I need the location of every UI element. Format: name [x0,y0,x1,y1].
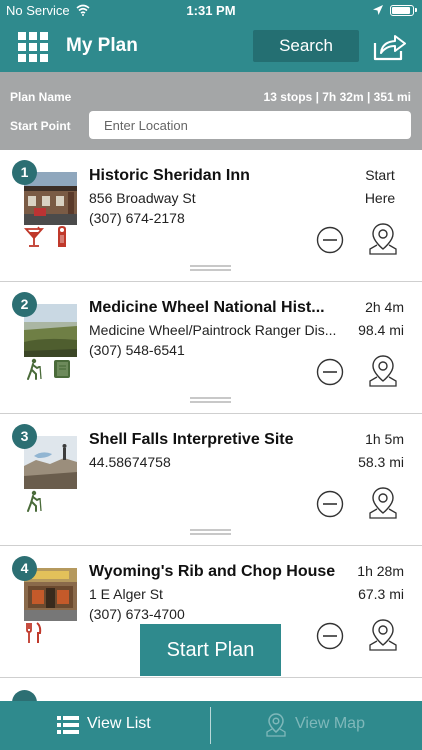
map-pin-icon[interactable] [368,486,398,520]
remove-stop-icon[interactable] [316,490,344,518]
remove-stop-icon[interactable] [316,358,344,386]
stop-name[interactable]: Medicine Wheel National Hist... [89,299,347,317]
bottom-tab-bar: View List View Map [0,701,422,750]
stop-distance: 67.3 mi [358,586,404,602]
stop-number-badge: 1 [12,160,37,185]
remove-stop-icon[interactable] [316,226,344,254]
stop-phone[interactable]: (307) 548-6541 [89,342,185,358]
stop-travel-time: 1h 5m [365,431,404,447]
plan-summary: 13 stops | 7h 32m | 351 mi [263,90,411,104]
status-bar: No Service 1:31 PM [0,0,422,22]
stop-item[interactable]: 2 Medicine Wheel National Hist... Medici… [0,282,422,414]
stop-name[interactable]: Wyoming's Rib and Chop House [89,563,347,581]
stop-travel-time: 1h 28m [357,563,404,579]
remove-stop-icon[interactable] [316,622,344,650]
plan-name-label: Plan Name [10,90,72,104]
hiker-icon [24,358,44,380]
stop-distance: Here [364,190,396,206]
tab-view-list-label: View List [87,715,151,732]
battery-icon [390,5,417,16]
stop-item[interactable]: 1 Historic Sheridan Inn 856 Broadway St … [0,150,422,282]
app-header: My Plan Search [0,22,422,72]
app-root: No Service 1:31 PM My Plan Search Plan N… [0,0,422,750]
drag-handle[interactable] [190,397,231,403]
hiker-icon [24,490,44,512]
list-icon [57,716,79,734]
door-hanger-icon [52,226,72,248]
plan-panel: Plan Name 13 stops | 7h 32m | 351 mi Sta… [0,72,422,150]
map-pin-icon[interactable] [368,354,398,388]
location-arrow-icon [373,5,383,15]
start-plan-button[interactable]: Start Plan [140,624,281,676]
stop-number-badge: 2 [12,292,37,317]
stop-item[interactable]: 3 Shell Falls Interpretive Site 44.58674… [0,414,422,546]
stop-phone[interactable]: (307) 674-2178 [89,210,185,226]
stop-address: 1 E Alger St [89,586,163,602]
start-location-input[interactable] [89,111,411,139]
drag-handle[interactable] [190,265,231,271]
book-icon [52,358,72,380]
stop-address: Medicine Wheel/Paintrock Ranger Dis... [89,322,337,338]
tab-view-list[interactable]: View List [0,701,210,750]
tab-view-map[interactable]: View Map [211,701,421,750]
stop-address: 856 Broadway St [89,190,196,206]
page-title: My Plan [66,35,138,56]
map-pin-icon[interactable] [368,222,398,256]
amenity-icons [24,622,48,644]
amenity-icons [24,358,76,380]
amenity-icons [23,226,76,248]
grid-menu-icon[interactable] [18,32,50,62]
drag-handle[interactable] [190,529,231,535]
stop-travel-time: 2h 4m [365,299,404,315]
search-button[interactable]: Search [253,30,359,62]
start-point-label: Start Point [10,119,71,133]
tab-view-map-label: View Map [295,715,365,732]
share-icon[interactable] [372,31,408,63]
stop-distance: 58.3 mi [358,454,404,470]
cocktail-icon [23,226,45,248]
stop-phone[interactable]: (307) 673-4700 [89,606,185,622]
clock-time: 1:31 PM [186,3,236,18]
stop-number-badge: 4 [12,556,37,581]
stop-name[interactable]: Historic Sheridan Inn [89,167,347,185]
stop-distance: 98.4 mi [358,322,404,338]
stop-travel-time: Start [365,167,395,183]
stop-number-badge: 3 [12,424,37,449]
map-pin-icon[interactable] [368,618,398,652]
stop-name[interactable]: Shell Falls Interpretive Site [89,431,347,449]
fork-knife-icon [24,622,44,644]
map-pin-icon [266,713,286,737]
stop-address: 44.58674758 [89,454,171,470]
amenity-icons [24,490,48,512]
